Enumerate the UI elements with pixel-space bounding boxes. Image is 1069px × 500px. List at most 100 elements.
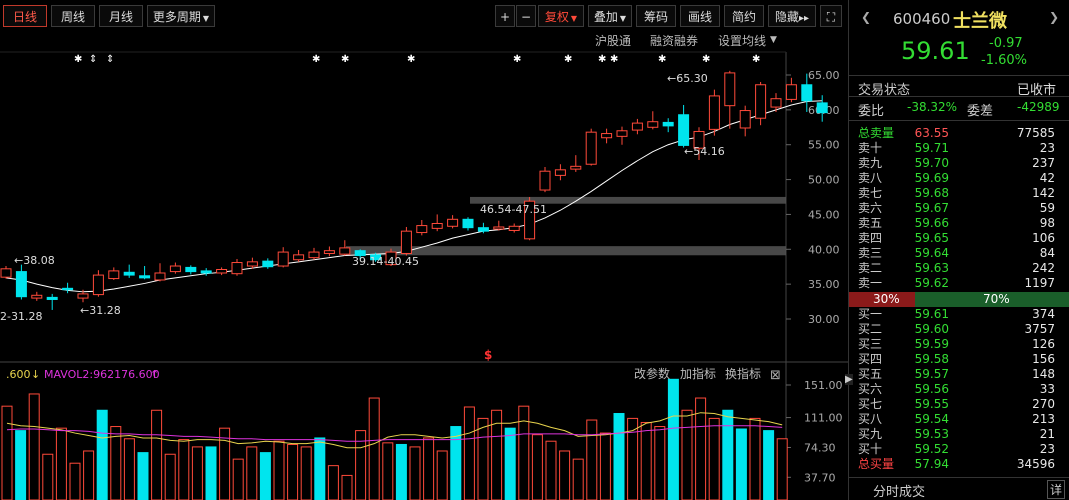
candle-body — [323, 250, 335, 254]
candle[interactable] — [631, 118, 643, 135]
event-marker-icon[interactable]: ✱ — [341, 54, 349, 65]
candle-body — [231, 262, 243, 275]
book-price: 59.68 — [914, 186, 949, 200]
book-label: 买六 — [858, 382, 883, 396]
volume-bar — [559, 450, 571, 500]
candle[interactable] — [616, 126, 628, 145]
candle[interactable] — [46, 293, 58, 310]
candle[interactable] — [585, 128, 597, 166]
candle[interactable] — [755, 81, 767, 126]
volume-bar — [300, 446, 312, 500]
candle[interactable] — [647, 111, 659, 130]
event-marker-icon[interactable]: ✱ — [702, 54, 710, 65]
candle[interactable] — [123, 264, 135, 278]
candle[interactable] — [92, 270, 104, 297]
candle[interactable] — [169, 262, 181, 274]
volume-bar — [545, 440, 557, 500]
candle-body — [416, 225, 428, 234]
trades-tab[interactable]: 分时成交 — [873, 481, 925, 500]
candle[interactable] — [231, 259, 243, 276]
candle[interactable] — [662, 118, 674, 133]
collapse-panel-icon[interactable]: ▶ — [845, 374, 853, 385]
candle[interactable] — [708, 89, 720, 136]
book-price: 59.66 — [914, 216, 949, 230]
candle[interactable] — [508, 223, 520, 233]
candle-body — [200, 270, 212, 274]
switch-indicator-link[interactable]: 换指标 — [725, 366, 761, 381]
candle[interactable] — [293, 249, 305, 262]
detail-button[interactable]: 详 — [1047, 480, 1066, 499]
candle[interactable] — [570, 155, 582, 172]
event-arrow-icon[interactable]: ⇕ — [89, 54, 97, 65]
candle[interactable] — [0, 266, 12, 279]
candle[interactable] — [62, 282, 74, 294]
candle-body — [724, 72, 736, 107]
candle[interactable] — [493, 220, 505, 231]
event-marker-icon[interactable]: ✱ — [407, 54, 415, 65]
event-marker-icon[interactable]: ✱ — [513, 54, 521, 65]
stock-name: 士兰微 — [953, 11, 1007, 32]
candle[interactable] — [108, 267, 120, 280]
book-volume: 42 — [1039, 171, 1055, 185]
candle[interactable] — [739, 105, 751, 137]
book-price: 59.62 — [914, 276, 949, 290]
price-annotation: ←54.16 — [684, 145, 725, 158]
total-sell-row: 总卖量 63.55 77585 — [849, 126, 1069, 141]
candle[interactable] — [216, 267, 228, 276]
candle[interactable] — [262, 258, 274, 269]
arrow-up-icon: ↑ — [150, 368, 159, 381]
candle[interactable] — [31, 291, 43, 301]
candle[interactable] — [308, 247, 320, 260]
candle[interactable] — [323, 246, 335, 257]
volume-tick-label: 37.70 — [804, 471, 836, 484]
candle[interactable] — [539, 167, 551, 193]
candle[interactable] — [601, 128, 613, 144]
event-marker-icon[interactable]: ✱ — [610, 54, 618, 65]
candle[interactable] — [154, 263, 166, 282]
candle-body — [477, 227, 489, 232]
gap-marker: $ — [484, 348, 492, 362]
event-marker-icon[interactable]: ✱ — [312, 54, 320, 65]
candle[interactable] — [554, 164, 566, 181]
candle[interactable] — [400, 226, 412, 256]
add-indicator-link[interactable]: 加指标 — [680, 366, 716, 381]
change-params-link[interactable]: 改参数 — [634, 366, 670, 381]
arrow-down-icon: ↓ — [31, 368, 40, 381]
volume-bar — [137, 452, 149, 500]
book-price: 59.57 — [914, 367, 949, 381]
volume-bar — [110, 426, 122, 500]
candle[interactable] — [416, 220, 428, 236]
candle[interactable] — [462, 217, 474, 231]
event-marker-icon[interactable]: ✱ — [74, 54, 82, 65]
event-marker-icon[interactable]: ✱ — [752, 54, 760, 65]
book-price: 59.69 — [914, 171, 949, 185]
candle[interactable] — [277, 247, 289, 268]
bid-row: 买二 59.60 3757 — [849, 322, 1069, 337]
candle-body — [77, 293, 89, 299]
candle-body — [708, 95, 720, 130]
candle[interactable] — [724, 70, 736, 129]
candle[interactable] — [139, 266, 151, 280]
price-tick-label: 55.00 — [808, 139, 840, 152]
close-icon[interactable]: ⊠ — [770, 368, 781, 383]
candle[interactable] — [339, 240, 351, 256]
last-price: 59.61 — [901, 37, 970, 65]
kline-chart[interactable]: 65.0060.0055.0050.0045.0040.0035.0030.00… — [0, 0, 848, 500]
stock-code: 600460 — [893, 10, 951, 28]
next-stock-icon[interactable]: ❯ — [1049, 10, 1059, 24]
candle[interactable] — [447, 215, 459, 229]
candle[interactable] — [785, 77, 797, 103]
prev-stock-icon[interactable]: ❮ — [861, 10, 871, 24]
book-volume: 33 — [1039, 382, 1055, 396]
event-marker-icon[interactable]: ✱ — [658, 54, 666, 65]
event-marker-icon[interactable]: ✱ — [564, 54, 572, 65]
candle[interactable] — [678, 104, 690, 148]
event-marker-icon[interactable]: ✱ — [598, 54, 606, 65]
price-annotation: ←65.30 — [667, 72, 708, 85]
candle[interactable] — [15, 264, 27, 300]
candle[interactable] — [431, 214, 443, 232]
candle[interactable] — [185, 265, 197, 275]
volume-bar — [477, 417, 489, 500]
event-arrow-icon[interactable]: ⇕ — [106, 54, 114, 65]
candle[interactable] — [816, 95, 828, 122]
